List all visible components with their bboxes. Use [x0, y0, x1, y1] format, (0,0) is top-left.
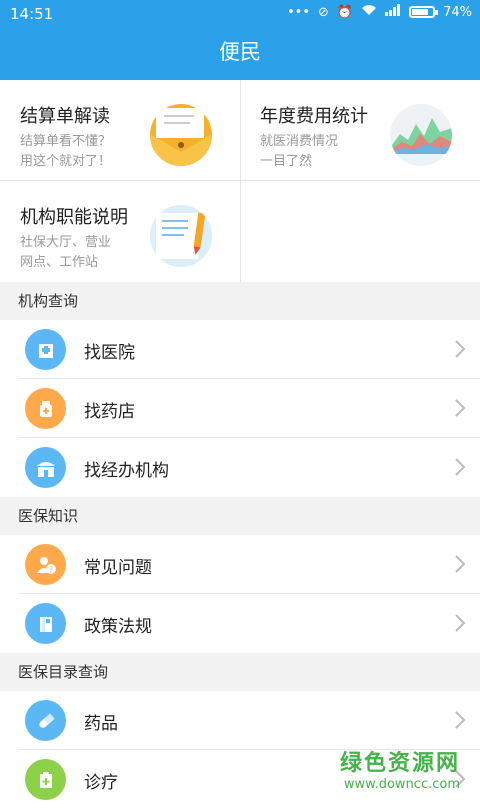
battery-percent: 74% [443, 5, 472, 20]
chevron-right-icon [454, 339, 466, 359]
status-icons: ••• ⊘ ⏰ 74% [287, 4, 472, 20]
card-subtitle: 社保大厅、营业 网点、工作站 [20, 233, 140, 273]
mute-icon: ⊘ [318, 5, 329, 20]
list-item-find-pharmacy[interactable]: 找药店 [0, 379, 480, 438]
area-chart-icon [390, 104, 452, 166]
book-icon [25, 603, 66, 644]
list-item-policy-regulations[interactable]: 政策法规 [0, 594, 480, 653]
envelope-icon [150, 104, 212, 166]
card-subtitle: 结算单看不懂？ 用这个就对了！ [20, 132, 140, 172]
watermark: 绿色资源网 www.downcc.com [340, 745, 460, 792]
app-bar: 便民 [0, 28, 480, 80]
page-title: 便民 [219, 40, 261, 64]
chevron-right-icon [454, 613, 466, 633]
svg-text:?: ? [48, 565, 52, 574]
alarm-icon: ⏰ [337, 5, 353, 20]
list-item-drugs[interactable]: 药品 [0, 691, 480, 750]
status-bar: 14:51 ••• ⊘ ⏰ 74% [0, 0, 480, 28]
pill-icon [25, 700, 66, 741]
battery-icon [409, 6, 435, 18]
status-time: 14:51 [10, 5, 53, 23]
list-item-faq[interactable]: ? 常见问题 [0, 535, 480, 594]
card-title: 年度费用统计 [260, 102, 368, 128]
list-item-label: 常见问题 [84, 553, 152, 578]
card-subtitle: 就医消费情况 一目了然 [260, 132, 380, 172]
chevron-right-icon [454, 457, 466, 477]
list-item-label: 找医院 [84, 338, 135, 363]
feature-cards: 结算单解读 结算单看不懂？ 用这个就对了！ 年度费用统计 就医消费情况 一目了然… [0, 80, 480, 282]
list-item-label: 找药店 [84, 397, 135, 422]
card-annual-stats[interactable]: 年度费用统计 就医消费情况 一目了然 [240, 80, 480, 180]
card-title: 结算单解读 [20, 102, 110, 128]
section-header-insurance-knowledge: 医保知识 [0, 497, 480, 535]
office-icon [25, 447, 66, 488]
treatment-icon [25, 759, 66, 800]
list-item-label: 诊疗 [84, 768, 118, 793]
more-icon: ••• [287, 5, 310, 20]
wifi-icon [361, 4, 377, 20]
watermark-url: www.downcc.com [340, 777, 460, 792]
chevron-right-icon [454, 398, 466, 418]
chevron-right-icon [454, 554, 466, 574]
list-item-label: 政策法规 [84, 612, 152, 637]
list-item-find-agency[interactable]: 找经办机构 [0, 438, 480, 497]
list-item-find-hospital[interactable]: 找医院 [0, 320, 480, 379]
question-icon: ? [25, 544, 66, 585]
list-item-label: 药品 [84, 709, 118, 734]
document-pencil-icon [150, 205, 212, 267]
card-title: 机构职能说明 [20, 203, 128, 229]
card-institution-functions[interactable]: 机构职能说明 社保大厅、营业 网点、工作站 [0, 181, 240, 281]
card-statement-reading[interactable]: 结算单解读 结算单看不懂？ 用这个就对了！ [0, 80, 240, 180]
watermark-text: 绿色资源网 [340, 745, 460, 777]
section-header-institution-query: 机构查询 [0, 282, 480, 320]
list-item-label: 找经办机构 [84, 456, 169, 481]
hospital-icon [25, 329, 66, 370]
chevron-right-icon [454, 710, 466, 730]
signal-icon [385, 4, 401, 20]
section-header-catalog-query: 医保目录查询 [0, 653, 480, 691]
pharmacy-icon [25, 388, 66, 429]
